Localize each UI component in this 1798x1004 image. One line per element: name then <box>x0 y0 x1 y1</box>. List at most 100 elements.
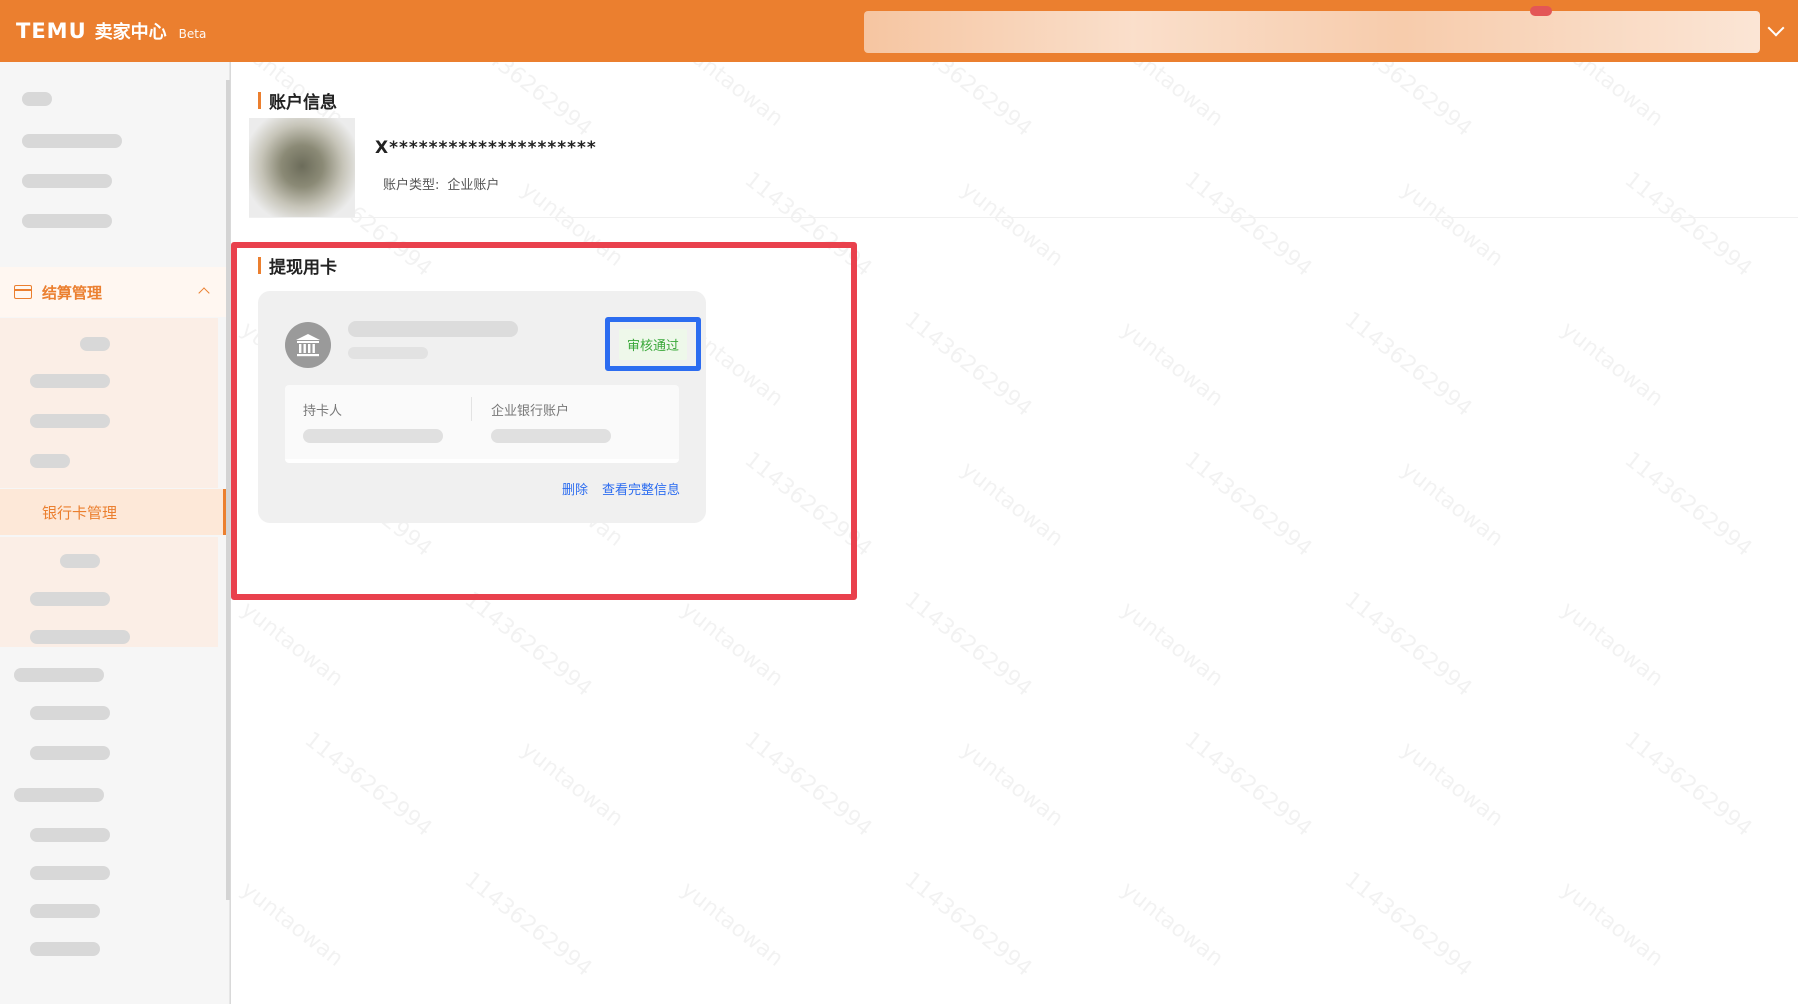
bank-card: 审核通过 持卡人 企业银行账户 删除 查看完整信息 <box>258 291 706 523</box>
sidebar-item-blurred[interactable] <box>30 942 100 956</box>
sidebar-item-bank-card[interactable]: 银行卡管理 <box>0 489 226 535</box>
sidebar-item-label: 银行卡管理 <box>42 503 118 522</box>
watermark-text: yuntaowan <box>1116 597 1228 692</box>
watermark-text: 11436262994 <box>1619 167 1757 282</box>
sidebar-item-blurred[interactable] <box>22 134 122 148</box>
account-kind-label: 企业银行账户 <box>491 404 570 419</box>
chevron-up-icon <box>198 287 210 299</box>
watermark-text: yuntaowan <box>236 597 348 692</box>
watermark-text: 11436262994 <box>1339 62 1477 142</box>
watermark-text: yuntaowan <box>1556 597 1668 692</box>
sidebar: 结算管理 银行卡管理 <box>0 62 230 1004</box>
watermark-text: 11436262994 <box>459 867 597 982</box>
watermark-text: yuntaowan <box>676 62 788 132</box>
main-content: yuntaowan 11436262994 yuntaowan 11436262994… <box>231 62 1798 1004</box>
watermark-text: yuntaowan <box>956 737 1068 832</box>
watermark-text: yuntaowan <box>236 877 348 972</box>
sidebar-subitem-blurred[interactable] <box>30 630 130 644</box>
watermark-text: 11436262994 <box>459 587 597 702</box>
watermark-text: 11436262994 <box>899 62 1037 142</box>
divider <box>249 217 1798 218</box>
sidebar-subitem-blurred[interactable] <box>60 554 100 568</box>
sidebar-item-blurred[interactable] <box>30 746 110 760</box>
watermark-text: yuntaowan <box>676 597 788 692</box>
highlight-box-blue: 审核通过 <box>605 317 701 371</box>
sidebar-item-blurred[interactable] <box>30 904 100 918</box>
withdraw-card-title: 提现用卡 <box>258 253 337 278</box>
holder-value-blurred <box>303 429 443 443</box>
watermark-text: yuntaowan <box>1116 877 1228 972</box>
account-type: 账户类型: 企业账户 <box>375 174 499 193</box>
user-info-blurred[interactable] <box>864 11 1760 53</box>
watermark-text: yuntaowan <box>1556 62 1668 132</box>
sidebar-item-blurred[interactable] <box>22 214 112 228</box>
watermark-text: yuntaowan <box>1396 177 1508 272</box>
notification-dot <box>1530 6 1552 16</box>
account-info-title: 账户信息 <box>258 88 337 113</box>
watermark-text: yuntaowan <box>1116 62 1228 132</box>
watermark-text: 11436262994 <box>299 727 437 842</box>
status-badge: 审核通过 <box>618 328 687 360</box>
watermark-text: 11436262994 <box>899 867 1037 982</box>
bank-icon <box>285 322 331 368</box>
sidebar-group-settlement[interactable]: 结算管理 <box>0 267 228 317</box>
watermark-text: 11436262994 <box>459 62 597 142</box>
view-full-info-link[interactable]: 查看完整信息 <box>602 479 680 498</box>
watermark-text: 11436262994 <box>1619 727 1757 842</box>
sidebar-item-blurred[interactable] <box>22 92 52 106</box>
account-type-label: 账户类型: <box>383 178 440 193</box>
account-value-blurred <box>491 429 611 443</box>
wallet-icon <box>14 285 32 299</box>
top-bar: TEMU 卖家中心 Beta <box>0 0 1798 62</box>
sidebar-subitem-blurred[interactable] <box>30 592 110 606</box>
sidebar-subitem-blurred[interactable] <box>80 337 110 351</box>
watermark-text: yuntaowan <box>1396 457 1508 552</box>
logo-temu: TEMU <box>16 19 87 43</box>
sidebar-item-blurred[interactable] <box>22 174 112 188</box>
sidebar-item-blurred[interactable] <box>30 828 110 842</box>
watermark-text: yuntaowan <box>516 737 628 832</box>
title-accent-bar <box>258 92 261 109</box>
logo[interactable]: TEMU 卖家中心 Beta <box>16 18 206 44</box>
watermark-text: 11436262994 <box>1179 727 1317 842</box>
bank-name-blurred <box>348 321 518 337</box>
sidebar-group-label: 结算管理 <box>42 283 103 302</box>
account-type-value: 企业账户 <box>447 178 500 193</box>
watermark-text: yuntaowan <box>1556 317 1668 412</box>
chevron-down-icon[interactable] <box>1767 19 1785 37</box>
sidebar-item-blurred[interactable] <box>14 668 104 682</box>
sidebar-subitem-blurred[interactable] <box>30 454 70 468</box>
sidebar-subitem-blurred[interactable] <box>30 374 110 388</box>
column-divider <box>471 397 472 421</box>
watermark-text: 11436262994 <box>899 587 1037 702</box>
watermark-text: yuntaowan <box>1116 317 1228 412</box>
watermark-text: yuntaowan <box>676 877 788 972</box>
sidebar-item-blurred[interactable] <box>30 706 110 720</box>
watermark-text: 11436262994 <box>1619 447 1757 562</box>
sidebar-scrollbar[interactable] <box>226 80 230 900</box>
watermark-text: 11436262994 <box>1179 167 1317 282</box>
card-number-blurred <box>348 347 428 359</box>
sidebar-item-blurred[interactable] <box>30 866 110 880</box>
section-title-text: 账户信息 <box>269 93 337 113</box>
watermark-text: 11436262994 <box>1339 587 1477 702</box>
watermark-text: 11436262994 <box>1339 867 1477 982</box>
card-actions: 删除 查看完整信息 <box>562 479 680 498</box>
avatar <box>249 118 355 218</box>
title-accent-bar <box>258 257 261 274</box>
watermark-text: 11436262994 <box>1179 447 1317 562</box>
card-detail-table: 持卡人 企业银行账户 <box>285 385 679 463</box>
sidebar-item-blurred[interactable] <box>14 788 104 802</box>
watermark-text: yuntaowan <box>1556 877 1668 972</box>
holder-label: 持卡人 <box>303 404 343 419</box>
section-title-text: 提现用卡 <box>269 258 337 278</box>
beta-badge: Beta <box>178 27 207 41</box>
sidebar-subitem-blurred[interactable] <box>30 414 110 428</box>
watermark-text: 11436262994 <box>899 307 1037 422</box>
watermark-text: 11436262994 <box>739 727 877 842</box>
watermark-text: yuntaowan <box>956 457 1068 552</box>
watermark-text: yuntaowan <box>1396 737 1508 832</box>
delete-link[interactable]: 删除 <box>562 479 588 498</box>
account-name: X********************* <box>375 138 597 158</box>
watermark-text: 11436262994 <box>1339 307 1477 422</box>
